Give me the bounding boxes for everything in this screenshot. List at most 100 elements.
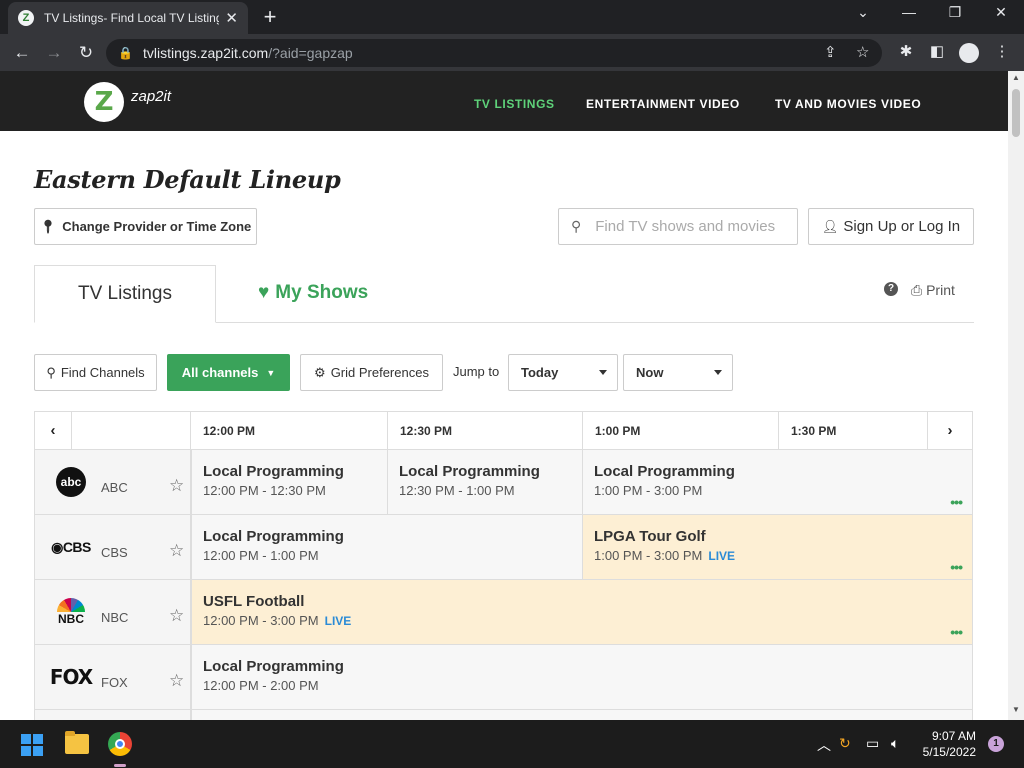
grid-preferences-label: Grid Preferences <box>330 365 429 380</box>
time-slot-1: 12:00 PM <box>190 412 387 450</box>
program-cell[interactable]: USFL Football 12:00 PM - 3:00 PM LIVE ••• <box>191 580 972 644</box>
browser-tabbar: Z TV Listings- Find Local TV Listings ✕ … <box>0 0 1024 34</box>
search-box[interactable]: ⚲ <box>558 208 798 245</box>
live-badge: LIVE <box>708 549 736 563</box>
page-title: Eastern Default Lineup <box>34 165 341 194</box>
live-badge: LIVE <box>324 614 352 628</box>
nav-tv-movies-video[interactable]: TV AND MOVIES VIDEO <box>775 97 921 111</box>
new-tab-icon[interactable]: + <box>258 4 282 30</box>
file-explorer-icon[interactable] <box>65 731 89 754</box>
signup-login-button[interactable]: 👤︎ Sign Up or Log In <box>808 208 974 245</box>
day-select[interactable]: Today <box>508 354 618 391</box>
site-header: Z zap2it TV LISTINGS ENTERTAINMENT VIDEO… <box>0 71 1008 131</box>
find-channels-button[interactable]: ⚲ Find Channels <box>34 354 157 391</box>
share-icon[interactable]: ⇪ <box>824 39 837 67</box>
channel-row: abc ABC ☆ Local Programming 12:00 PM - 1… <box>35 450 972 515</box>
program-cell[interactable]: LPGA Tour Golf 1:00 PM - 3:00 PM LIVE ••• <box>582 515 972 579</box>
channel-cell[interactable]: abc ABC ☆ <box>35 450 191 514</box>
restore-icon[interactable]: ❐ <box>940 4 970 21</box>
sync-icon[interactable]: ↻ <box>839 735 851 752</box>
program-cell[interactable]: Local Programming 12:00 PM - 12:30 PM <box>191 450 387 514</box>
program-title: LPGA Tour Golf <box>594 528 706 545</box>
channel-cell[interactable]: NBC NBC ☆ <box>35 580 191 644</box>
listings-grid: ‹ 12:00 PM 12:30 PM 1:00 PM 1:30 PM › ab… <box>34 411 973 720</box>
program-title: USFL Football <box>203 593 305 610</box>
signup-label: Sign Up or Log In <box>843 218 961 235</box>
scroll-down-icon[interactable]: ▼ <box>1008 705 1024 714</box>
chevron-right-icon[interactable]: › <box>927 412 972 450</box>
change-provider-button[interactable]: 📍︎ Change Provider or Time Zone <box>34 208 257 245</box>
help-icon[interactable]: ? <box>884 282 898 296</box>
back-icon[interactable]: ← <box>10 41 34 65</box>
menu-kebab-icon[interactable]: ⋮ <box>991 42 1013 60</box>
bookmark-star-icon[interactable]: ☆ <box>856 39 869 67</box>
os-taskbar: ︿ ↻ ▭ 🔈︎ 9:07 AM 5/15/2022 <box>0 720 1024 768</box>
close-tab-icon[interactable]: ✕ <box>225 9 238 27</box>
program-time: 12:00 PM - 3:00 PM LIVE <box>203 613 352 628</box>
reload-icon[interactable]: ↻ <box>74 41 98 65</box>
time-select[interactable]: Now <box>623 354 733 391</box>
nav-tv-listings[interactable]: TV LISTINGS <box>474 97 555 111</box>
time-slot-4: 1:30 PM <box>778 412 927 450</box>
profile-avatar-icon[interactable] <box>959 43 979 63</box>
extensions-icon[interactable]: ✱ <box>895 42 917 60</box>
chrome-icon[interactable] <box>108 732 132 756</box>
channel-cell[interactable] <box>35 710 191 720</box>
channel-cell[interactable]: ◉CBS CBS ☆ <box>35 515 191 579</box>
scroll-thumb[interactable] <box>1012 89 1020 137</box>
address-bar[interactable]: 🔒 tvlistings.zap2it.com/?aid=gapzap ⇪ ☆ <box>106 39 882 67</box>
program-cell[interactable]: Local Programming 12:30 PM - 1:00 PM <box>387 450 582 514</box>
more-options-icon[interactable]: ••• <box>950 559 963 575</box>
time-slot-3: 1:00 PM <box>582 412 778 450</box>
program-title: Local Programming <box>203 463 344 480</box>
program-title: Local Programming <box>399 463 540 480</box>
channel-name: NBC <box>101 610 129 625</box>
logo-text[interactable]: zap2it <box>131 88 171 105</box>
program-time: 1:00 PM - 3:00 PM LIVE <box>594 548 736 563</box>
print-button[interactable]: ⎙ Print <box>911 282 955 299</box>
channel-cell[interactable]: FOX FOX ☆ <box>35 645 191 709</box>
network-icon[interactable]: ▭ <box>866 735 879 752</box>
tab-my-shows[interactable]: ♥ My Shows <box>258 282 368 304</box>
grid-preferences-button[interactable]: ⚙ Grid Preferences <box>300 354 443 391</box>
url-host: tvlistings.zap2it.com <box>142 45 269 61</box>
more-options-icon[interactable]: ••• <box>950 494 963 510</box>
tab-title: TV Listings- Find Local TV Listings <box>44 11 220 25</box>
minimize-icon[interactable]: — <box>894 4 924 20</box>
browser-tab[interactable]: Z TV Listings- Find Local TV Listings ✕ <box>8 2 248 34</box>
search-icon: ⚲ <box>571 218 582 234</box>
program-cell[interactable]: Local Programming 12:00 PM - 1:00 PM <box>191 515 582 579</box>
gear-icon: ⚙ <box>314 364 326 380</box>
program-time: 1:00 PM - 3:00 PM <box>594 483 703 498</box>
day-select-value: Today <box>521 365 559 380</box>
system-clock[interactable]: 9:07 AM 5/15/2022 <box>918 728 976 760</box>
forward-icon[interactable]: → <box>42 41 66 65</box>
window-close-icon[interactable]: ✕ <box>986 4 1016 21</box>
search-input[interactable] <box>595 218 786 235</box>
page-scrollbar[interactable]: ▲ ▼ <box>1008 71 1024 720</box>
more-options-icon[interactable]: ••• <box>950 624 963 640</box>
favorite-star-icon[interactable]: ☆ <box>169 541 184 561</box>
lock-icon: 🔒 <box>118 46 133 60</box>
zap2it-logo-icon[interactable]: Z <box>84 82 124 122</box>
nbc-peacock-logo-icon: NBC <box>47 596 95 628</box>
favorite-star-icon[interactable]: ☆ <box>169 671 184 691</box>
program-title: Local Programming <box>203 658 344 675</box>
favorite-star-icon[interactable]: ☆ <box>169 476 184 496</box>
caret-down-icon: ▼ <box>266 367 276 378</box>
tab-tv-listings[interactable]: TV Listings <box>34 265 216 323</box>
favorite-star-icon[interactable]: ☆ <box>169 606 184 626</box>
notification-badge[interactable]: 1 <box>988 736 1004 752</box>
tab-search-icon[interactable]: ⌄ <box>848 4 878 21</box>
chevron-up-icon[interactable]: ︿ <box>817 735 831 755</box>
volume-icon[interactable]: 🔈︎ <box>891 735 899 752</box>
program-cell[interactable]: Local Programming 12:00 PM - 2:00 PM <box>191 645 972 709</box>
windows-start-icon[interactable] <box>21 734 43 756</box>
all-channels-dropdown[interactable]: All channels ▼ <box>167 354 290 391</box>
side-panel-icon[interactable]: ◧ <box>926 42 948 60</box>
nav-entertainment-video[interactable]: ENTERTAINMENT VIDEO <box>586 97 740 111</box>
scroll-up-icon[interactable]: ▲ <box>1008 73 1024 82</box>
program-cell[interactable]: Local Programming 1:00 PM - 3:00 PM ••• <box>582 450 972 514</box>
chevron-left-icon[interactable]: ‹ <box>35 412 71 450</box>
program-cell[interactable] <box>191 710 972 720</box>
